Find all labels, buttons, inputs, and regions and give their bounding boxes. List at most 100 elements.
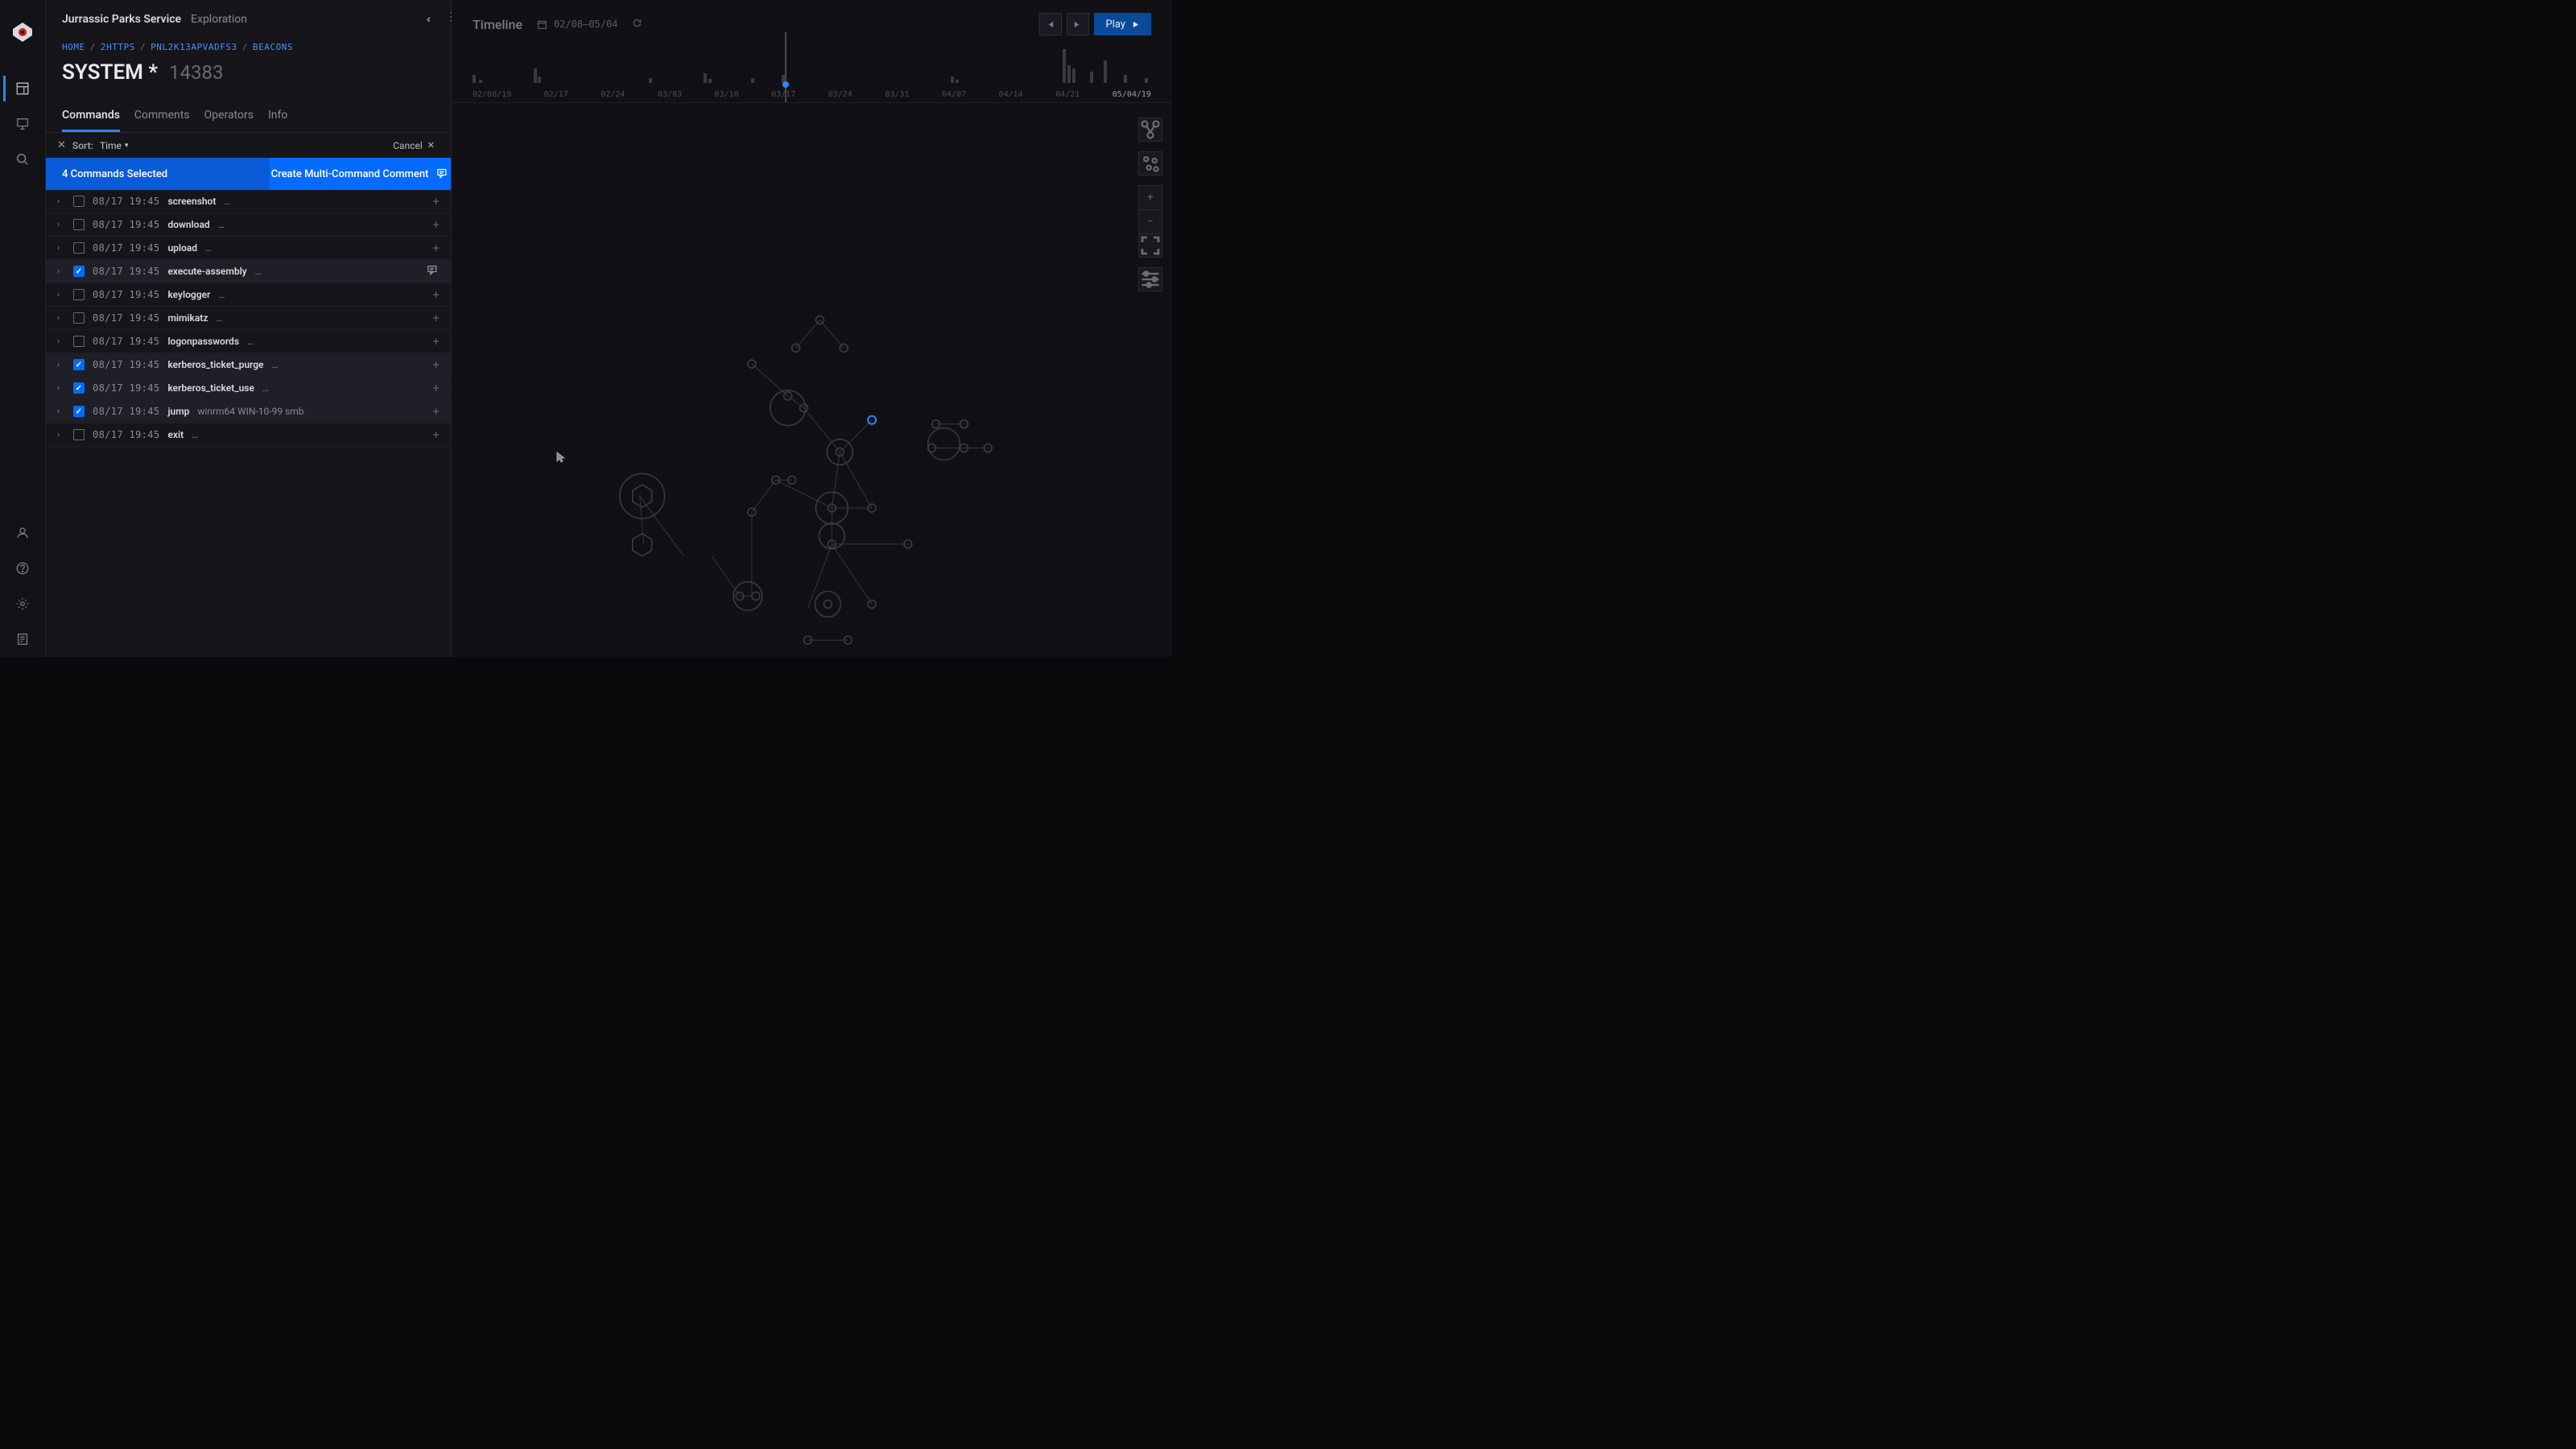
collapse-panel-button[interactable]: ‹‹ [427, 13, 435, 26]
row-add-icon[interactable]: + [433, 194, 440, 208]
timeline-next-button[interactable] [1067, 13, 1089, 35]
nav-search[interactable] [3, 142, 42, 177]
timeline-tick: 04/07 [942, 90, 966, 99]
command-row[interactable]: › 08/17 19:45 kerberos_ticket_use … + [46, 377, 451, 400]
row-add-icon[interactable]: + [433, 427, 440, 442]
graph-randomize-button[interactable] [1138, 151, 1162, 175]
timeline-bar [708, 79, 712, 83]
expand-chevron-icon[interactable]: › [57, 431, 65, 440]
expand-chevron-icon[interactable]: › [57, 314, 65, 323]
timeline-daterange[interactable]: 02/08—05/04 [537, 19, 617, 30]
row-checkbox[interactable] [73, 359, 85, 370]
row-add-icon[interactable]: + [433, 381, 440, 395]
row-add-icon[interactable]: + [433, 287, 440, 302]
row-command-name: jump [167, 406, 189, 417]
row-args: winrm64 WIN-10-99 smb [197, 406, 303, 417]
nav-settings[interactable] [3, 586, 42, 621]
row-timestamp: 08/17 19:45 [93, 289, 159, 300]
command-row[interactable]: › 08/17 19:45 download … + [46, 213, 451, 237]
expand-chevron-icon[interactable]: › [57, 337, 65, 346]
row-checkbox[interactable] [73, 429, 85, 440]
row-add-icon[interactable]: + [433, 357, 440, 372]
nav-log[interactable] [3, 621, 42, 657]
row-args: … [192, 429, 198, 440]
expand-chevron-icon[interactable]: › [57, 291, 65, 299]
command-row[interactable]: › 08/17 19:45 keylogger … + [46, 283, 451, 307]
command-row[interactable]: › 08/17 19:45 exit … + [46, 423, 451, 447]
expand-chevron-icon[interactable]: › [57, 407, 65, 416]
breadcrumb-2[interactable]: PNL2K13APVADFS3 [151, 42, 237, 52]
row-checkbox[interactable] [73, 219, 85, 230]
row-checkbox[interactable] [73, 312, 85, 324]
tab-commands[interactable]: Commands [62, 102, 120, 132]
row-checkbox[interactable] [73, 196, 85, 207]
row-add-icon[interactable]: + [433, 404, 440, 419]
command-row[interactable]: › 08/17 19:45 execute-assembly … [46, 260, 451, 283]
timeline-tick: 02/08/19 [473, 90, 511, 99]
network-graph[interactable]: + − [452, 103, 1172, 657]
row-timestamp: 08/17 19:45 [93, 312, 159, 324]
breadcrumb-home[interactable]: Home [62, 42, 85, 52]
row-checkbox[interactable] [73, 336, 85, 347]
timeline-tick: 02/17 [544, 90, 568, 99]
row-timestamp: 08/17 19:45 [93, 359, 159, 370]
app-logo [10, 19, 35, 45]
command-row[interactable]: › 08/17 19:45 kerberos_ticket_purge … + [46, 353, 451, 377]
timeline-refresh-icon[interactable] [632, 18, 642, 31]
tab-comments[interactable]: Comments [134, 102, 190, 132]
tab-operators[interactable]: Operators [204, 102, 254, 132]
command-row[interactable]: › 08/17 19:45 mimikatz … + [46, 307, 451, 330]
tab-info[interactable]: Info [268, 102, 287, 132]
row-checkbox[interactable] [73, 382, 85, 394]
nav-user[interactable] [3, 515, 42, 551]
create-multi-comment-button[interactable]: Create Multi-Command Comment [270, 158, 451, 190]
expand-chevron-icon[interactable]: › [57, 361, 65, 369]
row-comment-icon[interactable] [427, 265, 440, 279]
clear-sort-icon[interactable]: ✕ [57, 139, 66, 151]
cancel-selection-button[interactable]: Cancel✕ [393, 140, 435, 151]
timeline-tick: 02/24 [601, 90, 625, 99]
expand-chevron-icon[interactable]: › [57, 267, 65, 276]
timeline-title: Timeline [473, 17, 522, 32]
app-title: Jurrassic Parks Service [62, 13, 181, 26]
expand-chevron-icon[interactable]: › [57, 221, 65, 229]
row-args: … [218, 219, 225, 230]
row-checkbox[interactable] [73, 242, 85, 254]
graph-settings-button[interactable] [1138, 267, 1162, 291]
command-row[interactable]: › 08/17 19:45 upload … + [46, 237, 451, 260]
row-command-name: kerberos_ticket_purge [167, 359, 263, 370]
row-checkbox[interactable] [73, 406, 85, 417]
graph-layout-button[interactable] [1138, 118, 1162, 142]
timeline-prev-button[interactable] [1039, 13, 1062, 35]
expand-chevron-icon[interactable]: › [57, 244, 65, 253]
nav-presentation[interactable] [3, 106, 42, 142]
expand-chevron-icon[interactable]: › [57, 384, 65, 393]
command-row[interactable]: › 08/17 19:45 screenshot … + [46, 190, 451, 213]
timeline-play-button[interactable]: Play [1094, 13, 1152, 35]
sort-dropdown[interactable]: Time ▾ [100, 140, 129, 151]
timeline-bar [1063, 49, 1066, 83]
row-add-icon[interactable]: + [433, 311, 440, 325]
graph-zoom-out-button[interactable]: − [1138, 209, 1162, 233]
timeline-bar [1090, 72, 1093, 83]
graph-zoom-in-button[interactable]: + [1138, 185, 1162, 209]
row-add-icon[interactable]: + [433, 334, 440, 349]
timeline-tick: 03/24 [828, 90, 852, 99]
row-add-icon[interactable]: + [433, 217, 440, 232]
nav-help[interactable] [3, 551, 42, 586]
command-row[interactable]: › 08/17 19:45 jump winrm64 WIN-10-99 smb… [46, 400, 451, 423]
nav-explore[interactable] [3, 71, 42, 106]
breadcrumb-1[interactable]: 2HTTPS [101, 42, 135, 52]
row-command-name: kerberos_ticket_use [167, 382, 254, 394]
row-timestamp: 08/17 19:45 [93, 219, 159, 230]
expand-chevron-icon[interactable]: › [57, 197, 65, 206]
row-command-name: exit [167, 429, 184, 440]
graph-fit-button[interactable] [1138, 233, 1162, 258]
row-checkbox[interactable] [73, 289, 85, 300]
timeline-tick: 03/03 [658, 90, 682, 99]
breadcrumb-3[interactable]: Beacons [253, 42, 293, 52]
command-row[interactable]: › 08/17 19:45 logonpasswords … + [46, 330, 451, 353]
row-add-icon[interactable]: + [433, 241, 440, 255]
timeline-tick: 03/10 [715, 90, 739, 99]
row-checkbox[interactable] [73, 266, 85, 277]
